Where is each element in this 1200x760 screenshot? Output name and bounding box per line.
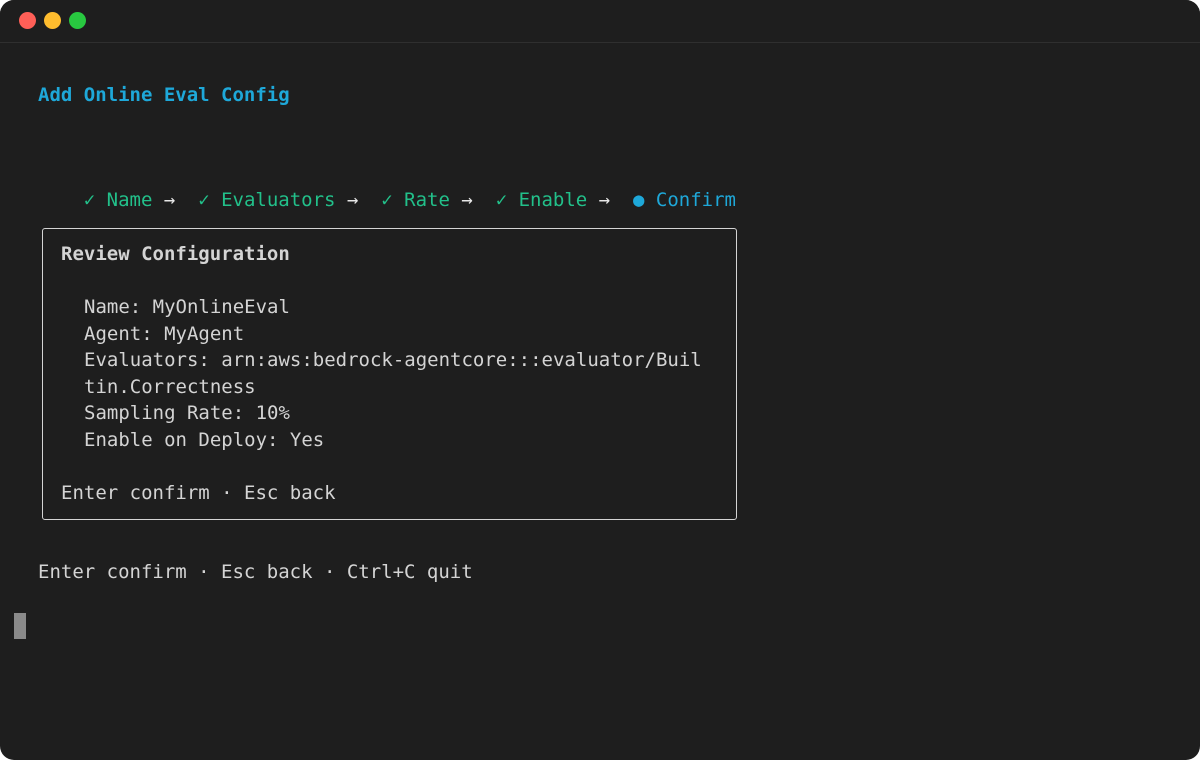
review-key-hint: Enter confirm · Esc back [61,482,336,504]
step-enable: ✓ Enable [495,189,588,211]
step-arrow-icon: → [598,189,611,211]
minimize-window-button[interactable] [44,12,61,29]
step-evaluators: ✓ Evaluators [198,189,336,211]
window-titlebar [0,0,1200,43]
review-sampling-rate: Sampling Rate: 10% [84,402,290,424]
review-panel: Review Configuration Name: MyOnlineEval … [42,228,737,520]
wizard-title: Add Online Eval Config [38,84,290,106]
terminal-window: Add Online Eval Config ✓ Name → ✓ Evalua… [0,0,1200,760]
review-name: Name: MyOnlineEval [84,296,290,318]
step-arrow-icon: → [163,189,176,211]
terminal-cursor [14,613,26,639]
step-name: ✓ Name [83,189,153,211]
step-arrow-icon: → [461,189,473,211]
zoom-window-button[interactable] [69,12,86,29]
review-evaluators: Evaluators: arn:aws:bedrock-agentcore:::… [84,349,702,371]
step-confirm: ● Confirm [633,189,736,211]
review-evaluators-wrap: tin.Correctness [84,376,256,398]
review-agent: Agent: MyAgent [84,323,245,345]
footer-key-hints: Enter confirm · Esc back · Ctrl+C quit [38,561,473,583]
step-arrow-icon: → [346,189,359,211]
step-rate: ✓ Rate [381,189,450,211]
review-enable-on-deploy: Enable on Deploy: Yes [84,429,325,451]
close-window-button[interactable] [19,12,36,29]
review-heading: Review Configuration [61,243,290,265]
